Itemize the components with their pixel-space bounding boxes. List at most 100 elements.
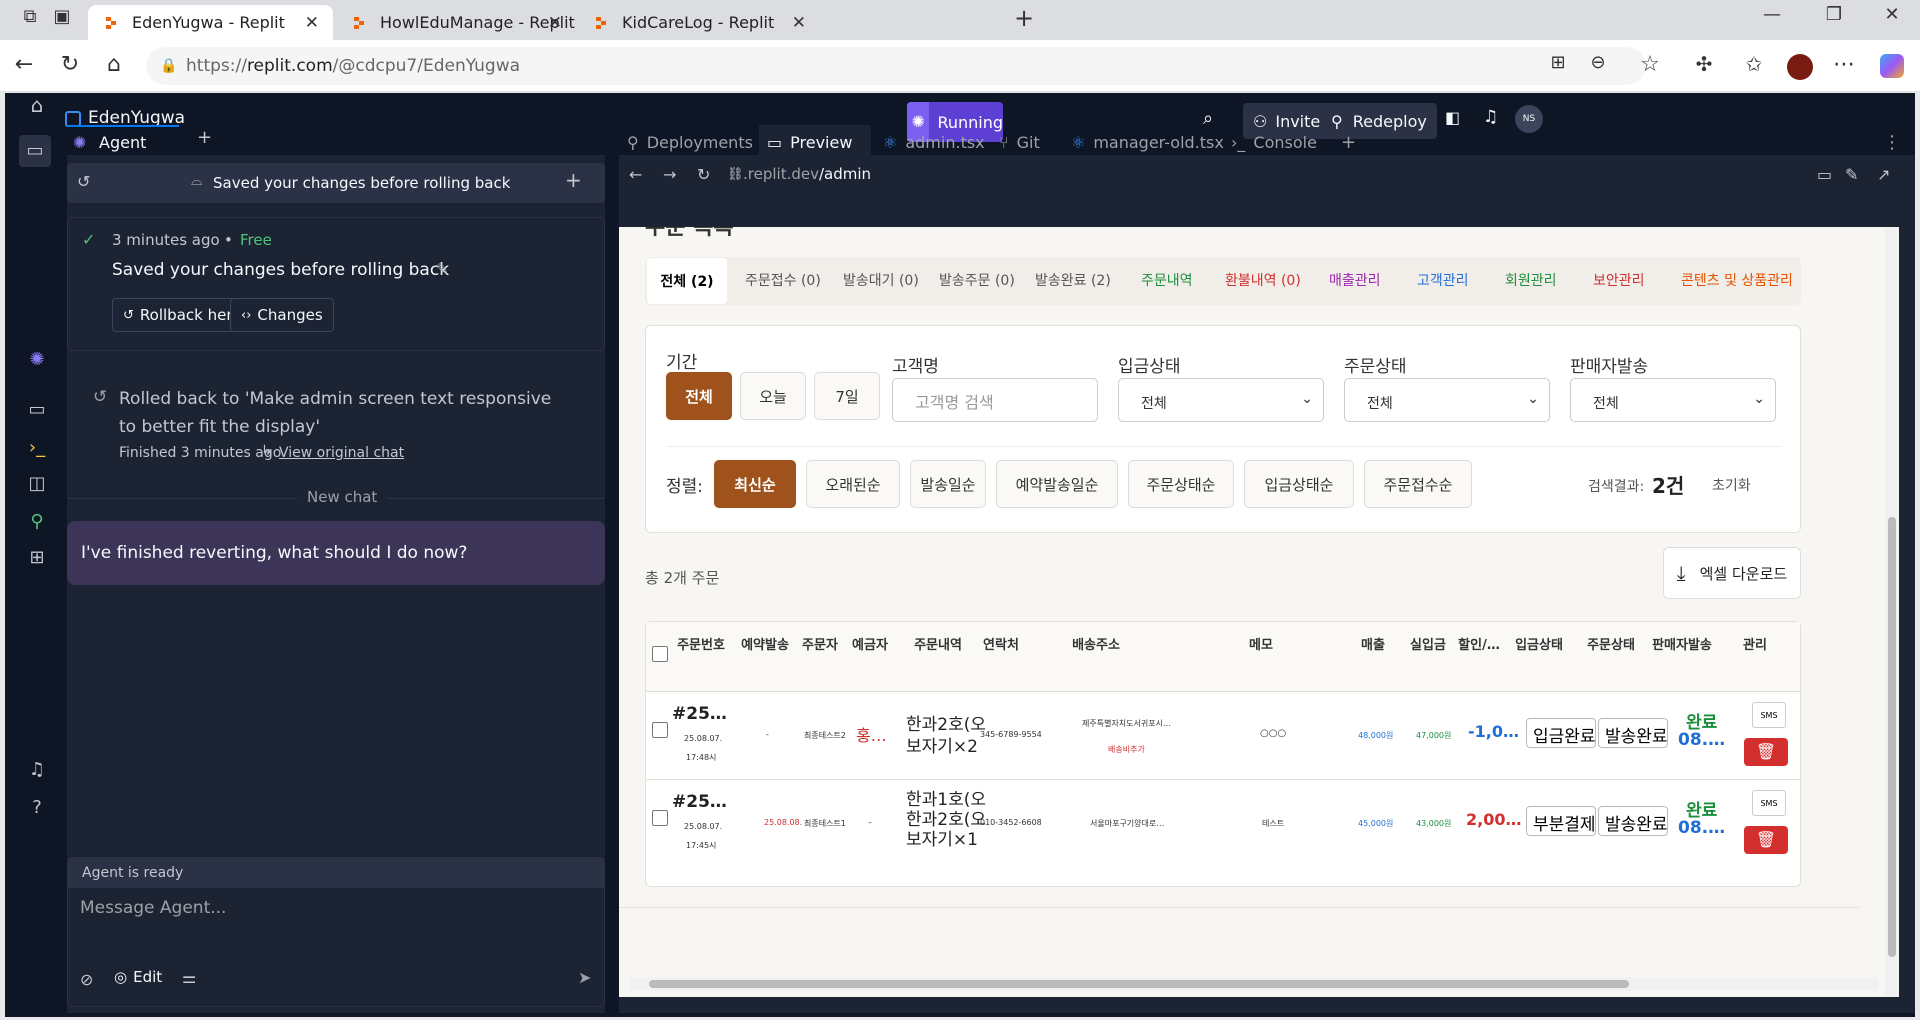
close-tab-icon[interactable]: ✕ xyxy=(792,13,806,33)
user-avatar[interactable]: NS xyxy=(1515,105,1543,133)
devices-icon[interactable]: ▭ xyxy=(1817,165,1832,184)
preview-back-icon[interactable]: ← xyxy=(629,165,642,184)
open-new-window-icon[interactable]: ↗ xyxy=(1877,165,1890,184)
scrollbar-thumb[interactable] xyxy=(649,980,1629,988)
tab-admin-tsx[interactable]: ⚛ admin.tsx xyxy=(883,125,985,159)
tab-security[interactable]: 보안관리 xyxy=(1593,257,1645,303)
period-all-button[interactable]: 전체 xyxy=(666,372,732,420)
tab-received[interactable]: 주문접수 (0) xyxy=(745,257,821,303)
redeploy-button[interactable]: ⚲ Redeploy xyxy=(1321,103,1437,139)
message-input[interactable]: Message Agent... xyxy=(80,898,590,934)
period-7d-button[interactable]: 7일 xyxy=(814,372,880,420)
select-all-checkbox[interactable] xyxy=(652,646,668,662)
tab-members[interactable]: 회원관리 xyxy=(1505,257,1557,303)
tab-shipping[interactable]: 발송주문 (0) xyxy=(939,257,1015,303)
order-number[interactable]: #25… xyxy=(672,704,727,724)
horizontal-scrollbar[interactable] xyxy=(629,977,1879,991)
notifications-icon[interactable]: ♫ xyxy=(25,759,49,780)
edit-mode-button[interactable]: ◎ Edit xyxy=(114,968,162,986)
sort-ship-date-button[interactable]: 발송일순 xyxy=(910,460,986,508)
customer-search-input[interactable]: 고객명 검색 xyxy=(892,378,1098,422)
theme-icon[interactable]: ◧ xyxy=(1445,108,1460,127)
order-status-select[interactable]: 전체 ⌄ xyxy=(1344,378,1550,422)
delete-button[interactable]: 🗑 xyxy=(1744,826,1788,854)
payment-status-select[interactable]: 부분결제 xyxy=(1526,806,1596,836)
sort-reserve-date-button[interactable]: 예약발송일순 xyxy=(996,460,1118,508)
attach-icon[interactable]: ⊘ xyxy=(80,970,93,989)
tab-git[interactable]: ⑂ Git xyxy=(999,125,1040,159)
tab-console[interactable]: ›_ Console xyxy=(1231,125,1317,159)
browser-tab-kidcarelog[interactable]: KidCareLog - Replit ✕ xyxy=(578,5,820,40)
help-icon[interactable]: ? xyxy=(25,797,49,818)
back-icon[interactable]: ← xyxy=(10,52,38,77)
sort-order-status-button[interactable]: 주문상태순 xyxy=(1128,460,1234,508)
home-icon[interactable]: ⌂ xyxy=(25,93,49,117)
sms-button[interactable]: SMS xyxy=(1752,790,1786,816)
row-checkbox[interactable] xyxy=(652,810,668,826)
minimize-icon[interactable]: — xyxy=(1758,4,1786,25)
agent-icon[interactable]: ✺ xyxy=(25,349,49,370)
pane-menu-icon[interactable]: ⋮ xyxy=(1883,125,1901,159)
console-icon[interactable]: ›_ xyxy=(25,437,49,458)
favorite-star-icon[interactable]: ☆ xyxy=(1636,52,1664,77)
sms-button[interactable]: SMS xyxy=(1752,702,1786,728)
edit-pencil-icon[interactable]: ✎ xyxy=(436,260,449,278)
profile-avatar[interactable] xyxy=(1787,54,1813,80)
vertical-scrollbar[interactable] xyxy=(1885,227,1899,997)
view-original-chat-link[interactable]: View original chat xyxy=(279,445,404,461)
preview-forward-icon[interactable]: → xyxy=(663,165,676,184)
preview-icon[interactable]: ▭ xyxy=(25,399,49,420)
new-tab-icon[interactable]: + xyxy=(1010,4,1038,32)
tab-refunds[interactable]: 환불내역 (0) xyxy=(1225,257,1301,303)
favorites-icon[interactable]: ✩ xyxy=(1740,52,1768,76)
delete-button[interactable]: 🗑 xyxy=(1744,738,1788,766)
preview-reload-icon[interactable]: ↻ xyxy=(697,165,710,184)
app-available-icon[interactable]: ⊞ xyxy=(1544,52,1572,73)
preview-url[interactable]: .replit.dev/admin xyxy=(743,165,871,183)
payment-status-select[interactable]: 전체 ⌄ xyxy=(1118,378,1324,422)
changes-button[interactable]: ‹› Changes xyxy=(230,298,334,332)
tab-agent[interactable]: ✺ Agent xyxy=(67,125,179,157)
close-tab-icon[interactable]: ✕ xyxy=(548,13,562,33)
browser-tab-edenyugwa[interactable]: EdenYugwa - Replit ✕ xyxy=(88,5,333,40)
tab-sales[interactable]: 매출관리 xyxy=(1329,257,1381,303)
reset-button[interactable]: 초기화 xyxy=(1712,475,1751,495)
vertical-tabs-icon[interactable]: ▣ xyxy=(48,6,76,27)
database-icon[interactable]: ◫ xyxy=(25,473,49,494)
row-checkbox[interactable] xyxy=(652,722,668,738)
maximize-icon[interactable]: ❐ xyxy=(1820,4,1848,25)
send-icon[interactable]: ➤ xyxy=(578,968,591,987)
deployments-icon[interactable]: ⚲ xyxy=(25,511,49,532)
tab-preview[interactable]: ▭ Preview xyxy=(759,125,871,159)
tab-customers[interactable]: 고객관리 xyxy=(1417,257,1469,303)
close-window-icon[interactable]: ✕ xyxy=(1878,4,1906,25)
bell-icon[interactable]: ♫ xyxy=(1483,107,1498,127)
tab-waiting[interactable]: 발송대기 (0) xyxy=(843,257,919,303)
settings-more-icon[interactable]: ⋯ xyxy=(1830,52,1858,77)
tab-content[interactable]: 콘텐츠 및 상품관리 xyxy=(1681,257,1793,303)
tab-deployments[interactable]: ⚲ Deployments xyxy=(627,125,753,159)
scrollbar-thumb[interactable] xyxy=(1888,517,1896,957)
sort-oldest-button[interactable]: 오래된순 xyxy=(806,460,900,508)
tab-order-history[interactable]: 주문내역 xyxy=(1141,257,1193,303)
history-icon[interactable]: ↺ xyxy=(77,172,90,191)
extensions-icon[interactable]: ✣ xyxy=(1690,52,1718,76)
order-status-select[interactable]: 발송완료 xyxy=(1598,806,1668,836)
tab-all[interactable]: 전체 (2) xyxy=(647,258,727,304)
address-bar[interactable]: 🔒 https://replit.com/@cdcpu7/EdenYugwa xyxy=(146,47,1646,85)
order-status-select[interactable]: 발송완료 xyxy=(1598,718,1668,748)
close-tab-icon[interactable]: ✕ xyxy=(305,13,319,33)
period-today-button[interactable]: 오늘 xyxy=(740,372,806,420)
sort-latest-button[interactable]: 최신순 xyxy=(714,460,796,508)
sort-received-button[interactable]: 주문접수순 xyxy=(1364,460,1472,508)
tab-shipped[interactable]: 발송완료 (2) xyxy=(1035,257,1111,303)
payment-status-select[interactable]: 입금완료 xyxy=(1526,718,1596,748)
devtools-icon[interactable]: ✎ xyxy=(1845,165,1858,184)
home-icon[interactable]: ⌂ xyxy=(100,52,128,77)
browser-tab-howledumanage[interactable]: HowlEduManage - Replit ✕ xyxy=(336,5,576,40)
new-chat-icon[interactable]: + xyxy=(565,168,582,192)
more-tools-icon[interactable]: ⊖ xyxy=(1584,52,1612,73)
excel-download-button[interactable]: ⤓ 엑셀 다운로드 xyxy=(1663,547,1801,599)
settings-sliders-icon[interactable]: ⚌ xyxy=(182,968,196,987)
order-number[interactable]: #25… xyxy=(672,792,727,812)
